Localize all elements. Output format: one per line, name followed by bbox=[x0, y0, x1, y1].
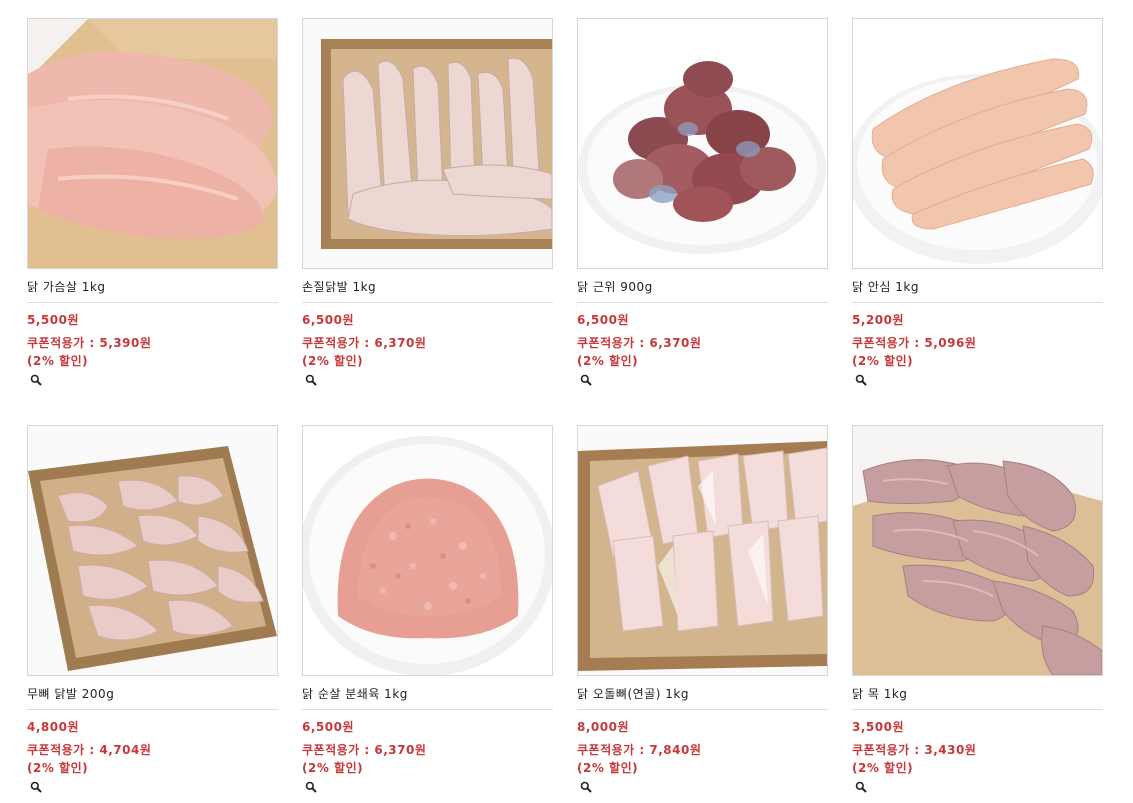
coupon-value: 5,390원 bbox=[99, 336, 152, 350]
coupon-price: 쿠폰적용가 : 6,370원 bbox=[302, 742, 553, 758]
product-name[interactable]: 무뼈 닭발 200g bbox=[27, 686, 278, 702]
product-card: 닭 안심 1kg 5,200원 쿠폰적용가 : 5,096원 (2% 할인) bbox=[852, 18, 1103, 388]
product-card: 무뼈 닭발 200g 4,800원 쿠폰적용가 : 4,704원 (2% 할인) bbox=[27, 425, 278, 795]
coupon-value: 7,840원 bbox=[649, 743, 702, 757]
product-name[interactable]: 닭 근위 900g bbox=[577, 279, 828, 295]
divider bbox=[852, 709, 1103, 710]
coupon-value: 6,370원 bbox=[649, 336, 702, 350]
coupon-label: 쿠폰적용가 : bbox=[27, 743, 100, 757]
product-card: 닭 순살 분쇄육 1kg 6,500원 쿠폰적용가 : 6,370원 (2% 할… bbox=[302, 425, 553, 795]
product-card: 닭 오돌뼈(연골) 1kg 8,000원 쿠폰적용가 : 7,840원 (2% … bbox=[577, 425, 828, 795]
product-price: 3,500원 bbox=[852, 720, 904, 734]
zoom-icon[interactable] bbox=[305, 781, 319, 795]
coupon-price: 쿠폰적용가 : 3,430원 bbox=[852, 742, 1103, 758]
coupon-label: 쿠폰적용가 : bbox=[302, 336, 375, 350]
coupon-label: 쿠폰적용가 : bbox=[27, 336, 100, 350]
divider bbox=[302, 709, 553, 710]
coupon-value: 6,370원 bbox=[374, 336, 427, 350]
zoom-icon[interactable] bbox=[580, 781, 594, 795]
coupon-price: 쿠폰적용가 : 5,096원 bbox=[852, 335, 1103, 351]
product-name[interactable]: 닭 목 1kg bbox=[852, 686, 1103, 702]
zoom-icon[interactable] bbox=[580, 374, 594, 388]
product-grid: 닭 가슴살 1kg 5,500원 쿠폰적용가 : 5,390원 (2% 할인) bbox=[0, 0, 1133, 803]
product-card: 닭 목 1kg 3,500원 쿠폰적용가 : 3,430원 (2% 할인) bbox=[852, 425, 1103, 795]
coupon-value: 5,096원 bbox=[924, 336, 977, 350]
divider bbox=[27, 709, 278, 710]
product-price: 8,000원 bbox=[577, 720, 629, 734]
coupon-label: 쿠폰적용가 : bbox=[302, 743, 375, 757]
discount-rate: (2% 할인) bbox=[577, 761, 639, 775]
discount-rate: (2% 할인) bbox=[302, 354, 364, 368]
zoom-icon[interactable] bbox=[855, 781, 869, 795]
discount-rate: (2% 할인) bbox=[302, 761, 364, 775]
product-price: 4,800원 bbox=[27, 720, 79, 734]
product-name[interactable]: 닭 가슴살 1kg bbox=[27, 279, 278, 295]
product-price: 6,500원 bbox=[302, 313, 354, 327]
product-image-chicken-cartilage[interactable] bbox=[577, 425, 828, 676]
product-image-boneless-chicken-feet[interactable] bbox=[27, 425, 278, 676]
discount-rate: (2% 할인) bbox=[577, 354, 639, 368]
discount-rate: (2% 할인) bbox=[852, 354, 914, 368]
product-price: 6,500원 bbox=[577, 313, 629, 327]
discount-rate: (2% 할인) bbox=[852, 761, 914, 775]
product-image-chicken-tenderloin[interactable] bbox=[852, 18, 1103, 269]
product-image-chicken-gizzards[interactable] bbox=[577, 18, 828, 269]
coupon-price: 쿠폰적용가 : 6,370원 bbox=[302, 335, 553, 351]
product-price: 6,500원 bbox=[302, 720, 354, 734]
coupon-price: 쿠폰적용가 : 7,840원 bbox=[577, 742, 828, 758]
coupon-label: 쿠폰적용가 : bbox=[852, 336, 925, 350]
zoom-icon[interactable] bbox=[305, 374, 319, 388]
divider bbox=[852, 302, 1103, 303]
divider bbox=[577, 709, 828, 710]
product-name[interactable]: 닭 순살 분쇄육 1kg bbox=[302, 686, 553, 702]
product-card: 손질닭발 1kg 6,500원 쿠폰적용가 : 6,370원 (2% 할인) bbox=[302, 18, 553, 388]
product-image-chicken-feet[interactable] bbox=[302, 18, 553, 269]
product-image-chicken-necks[interactable] bbox=[852, 425, 1103, 676]
discount-rate: (2% 할인) bbox=[27, 354, 89, 368]
product-price: 5,500원 bbox=[27, 313, 79, 327]
zoom-icon[interactable] bbox=[30, 781, 44, 795]
product-card: 닭 근위 900g 6,500원 쿠폰적용가 : 6,370원 (2% 할인) bbox=[577, 18, 828, 388]
coupon-value: 6,370원 bbox=[374, 743, 427, 757]
zoom-icon[interactable] bbox=[30, 374, 44, 388]
coupon-price: 쿠폰적용가 : 6,370원 bbox=[577, 335, 828, 351]
product-name[interactable]: 닭 안심 1kg bbox=[852, 279, 1103, 295]
coupon-price: 쿠폰적용가 : 4,704원 bbox=[27, 742, 278, 758]
product-name[interactable]: 닭 오돌뼈(연골) 1kg bbox=[577, 686, 828, 702]
coupon-label: 쿠폰적용가 : bbox=[852, 743, 925, 757]
coupon-label: 쿠폰적용가 : bbox=[577, 336, 650, 350]
coupon-label: 쿠폰적용가 : bbox=[577, 743, 650, 757]
divider bbox=[577, 302, 828, 303]
coupon-price: 쿠폰적용가 : 5,390원 bbox=[27, 335, 278, 351]
coupon-value: 4,704원 bbox=[99, 743, 152, 757]
zoom-icon[interactable] bbox=[855, 374, 869, 388]
product-card: 닭 가슴살 1kg 5,500원 쿠폰적용가 : 5,390원 (2% 할인) bbox=[27, 18, 278, 388]
product-image-chicken-breast[interactable] bbox=[27, 18, 278, 269]
product-price: 5,200원 bbox=[852, 313, 904, 327]
product-name[interactable]: 손질닭발 1kg bbox=[302, 279, 553, 295]
coupon-value: 3,430원 bbox=[924, 743, 977, 757]
divider bbox=[27, 302, 278, 303]
divider bbox=[302, 302, 553, 303]
product-image-ground-chicken[interactable] bbox=[302, 425, 553, 676]
discount-rate: (2% 할인) bbox=[27, 761, 89, 775]
